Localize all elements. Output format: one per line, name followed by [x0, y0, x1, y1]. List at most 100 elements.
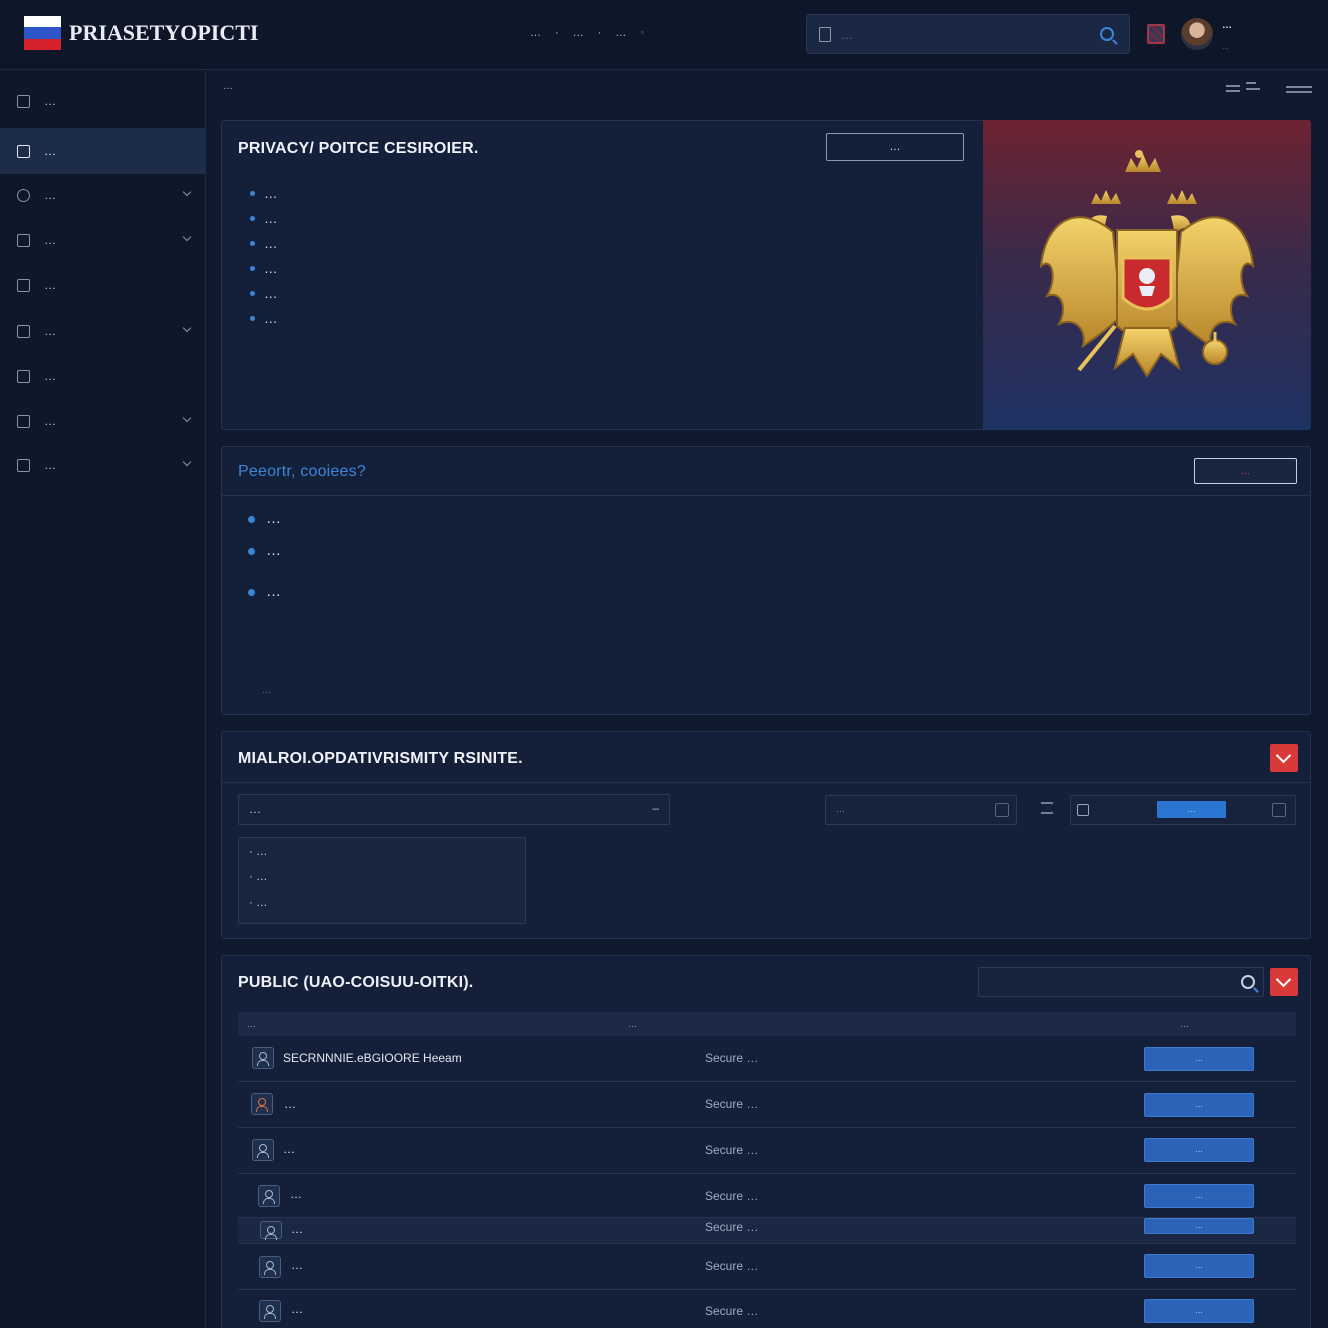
menu-icon[interactable]: [1286, 86, 1312, 88]
sidebar-item-label: …: [44, 233, 56, 247]
sidebar-item-label: …: [44, 94, 56, 108]
sidebar-item-label: …: [44, 324, 56, 338]
table-row[interactable]: … Secure … …: [238, 1128, 1296, 1174]
collapse-button[interactable]: [1270, 744, 1298, 772]
user-icon: [260, 1221, 282, 1240]
dashboard-icon: [17, 94, 30, 108]
table-row[interactable]: … Secure … …: [238, 1174, 1296, 1218]
column-header[interactable]: …: [628, 1019, 637, 1029]
sidebar-item-8[interactable]: …: [0, 398, 206, 444]
lock-icon: [1077, 804, 1089, 816]
nav-link-2[interactable]: …: [573, 27, 584, 39]
nav-more-icon[interactable]: ◦: [640, 27, 644, 39]
table-search-input[interactable]: [978, 967, 1264, 997]
user-icon: [252, 1047, 274, 1069]
sort-icon[interactable]: [1246, 82, 1256, 84]
column-header[interactable]: …: [1180, 1019, 1189, 1029]
search-icon[interactable]: [1241, 975, 1255, 989]
top-bar: PRIASETYOPICTI … · … · … ◦ … … …: [0, 0, 1328, 70]
row-action-button[interactable]: …: [1144, 1299, 1254, 1323]
filter-field[interactable]: …: [825, 795, 1017, 825]
double-headed-eagle-icon: [1039, 150, 1255, 378]
nav-link-1[interactable]: …: [530, 27, 541, 39]
filter-lines-icon[interactable]: [1041, 802, 1053, 814]
list-item: …: [248, 539, 1290, 563]
table-row[interactable]: … Secure … …: [238, 1082, 1296, 1128]
table-row[interactable]: … Secure … …: [238, 1244, 1296, 1290]
row-name: SECRNNNIE.eBGIOORE Heeam: [283, 1051, 462, 1065]
avatar[interactable]: [1181, 18, 1213, 50]
table-row[interactable]: … Secure … …: [238, 1290, 1296, 1328]
cookies-more-link[interactable]: …: [262, 685, 271, 695]
table-row[interactable]: SECRNNNIE.eBGIOORE Heeam Secure … …: [238, 1036, 1296, 1082]
row-log: Secure …: [705, 1189, 759, 1203]
sidebar-item-label: …: [44, 369, 56, 383]
nav-link-3[interactable]: …: [615, 27, 626, 39]
filter-button[interactable]: [1270, 968, 1298, 996]
report-icon: [17, 233, 30, 247]
chevron-down-icon[interactable]: [182, 413, 192, 423]
search-input[interactable]: …: [841, 28, 853, 42]
row-log: Secure …: [705, 1097, 759, 1111]
access-checkbox[interactable]: [1272, 803, 1286, 817]
table-row[interactable]: … Secure … …: [238, 1218, 1296, 1244]
view-tools[interactable]: [1226, 82, 1314, 96]
sidebar-item-1[interactable]: …: [0, 78, 206, 124]
row-action-button[interactable]: …: [1144, 1047, 1254, 1071]
cookies-panel: Peeortr, cooiees? … … … … …: [221, 446, 1311, 715]
row-log: Secure …: [705, 1304, 759, 1318]
row-log: Secure …: [705, 1259, 759, 1273]
select-value: …: [249, 802, 261, 816]
sidebar-item-3[interactable]: …: [0, 172, 206, 218]
privacy-title: PRIVACY/ POITCE CESIROIER.: [238, 140, 479, 157]
status-badge[interactable]: …: [1157, 801, 1226, 818]
row-action-button[interactable]: …: [1144, 1218, 1254, 1234]
sidebar-item-7[interactable]: …: [0, 353, 206, 399]
user-name[interactable]: …: [1222, 20, 1232, 31]
row-action-button[interactable]: …: [1144, 1254, 1254, 1278]
row-log: Secure …: [705, 1143, 759, 1157]
row-action-button[interactable]: …: [1144, 1138, 1254, 1162]
sidebar-item-5[interactable]: …: [0, 262, 206, 308]
sidebar-item-9[interactable]: …: [0, 442, 206, 488]
sidebar-item-4[interactable]: …: [0, 217, 206, 263]
global-search[interactable]: …: [806, 14, 1130, 54]
divider: [222, 495, 1310, 496]
sidebar-item-6[interactable]: …: [0, 308, 206, 354]
row-name: …: [290, 1187, 302, 1201]
sidebar-item-2[interactable]: …: [0, 128, 206, 174]
chevron-down-icon[interactable]: [182, 187, 192, 197]
list-item: …: [248, 183, 968, 204]
privacy-action-button[interactable]: …: [826, 133, 964, 161]
chevron-down-icon[interactable]: [182, 457, 192, 467]
clipboard-icon: [17, 458, 30, 472]
cookies-action-button[interactable]: …: [1194, 458, 1297, 484]
search-icon[interactable]: [1100, 27, 1114, 41]
filter-checkbox[interactable]: [995, 803, 1009, 817]
sidebar-item-label: …: [44, 144, 56, 158]
option-item[interactable]: · …: [249, 871, 268, 883]
option-item[interactable]: · …: [249, 846, 268, 858]
brand-title[interactable]: PRIASETYOPICTI: [69, 20, 258, 46]
notification-icon[interactable]: [1147, 24, 1165, 44]
chevron-down-icon[interactable]: [182, 323, 192, 333]
sensitivity-select[interactable]: … –: [238, 794, 670, 825]
row-action-button[interactable]: …: [1144, 1093, 1254, 1117]
chevron-down-icon[interactable]: [182, 232, 192, 242]
list-item: …: [248, 580, 1290, 604]
cookies-title[interactable]: Peeortr, cooiees?: [238, 463, 366, 481]
document-icon: [17, 144, 30, 158]
row-action-button[interactable]: …: [1144, 1184, 1254, 1208]
option-item[interactable]: · …: [249, 897, 268, 909]
breadcrumb[interactable]: …: [223, 81, 233, 92]
column-header[interactable]: …: [247, 1019, 256, 1029]
user-icon: [259, 1256, 281, 1278]
list-view-icon[interactable]: [1226, 85, 1240, 87]
sensitivity-title: MIALROI.OPDATIVRISMITY RSINITE.: [238, 750, 523, 767]
dropdown-icon[interactable]: –: [652, 801, 659, 815]
shield-icon: [17, 188, 30, 202]
user-icon: [259, 1300, 281, 1322]
row-name: …: [291, 1302, 303, 1316]
lock-icon: [17, 414, 30, 428]
row-log: Secure …: [705, 1220, 759, 1234]
